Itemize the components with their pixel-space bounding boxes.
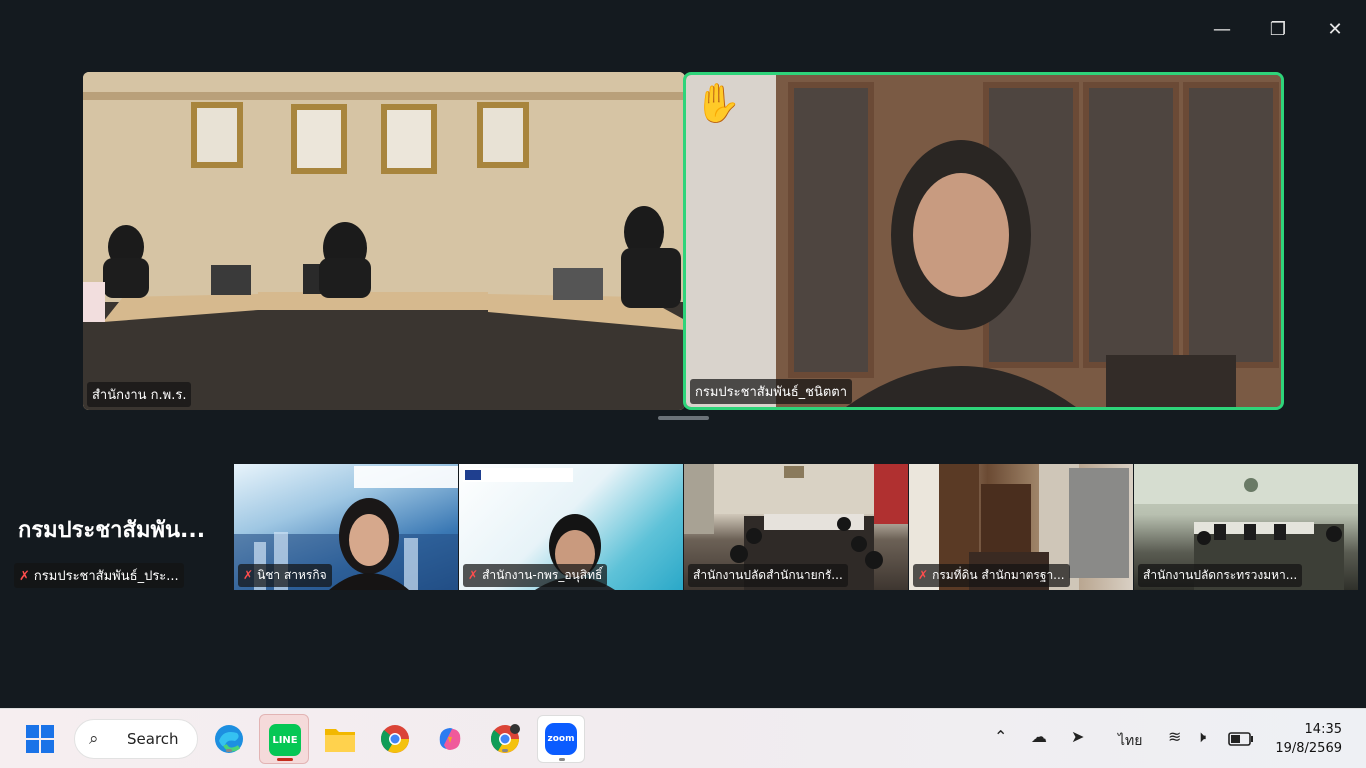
video-tile-active-speaker[interactable]: ✋ กรมประชาสัมพันธ์_ชนิตตา: [683, 72, 1284, 410]
line-app-button[interactable]: LINE: [259, 714, 309, 764]
onedrive-paused-icon[interactable]: ☁: [1031, 727, 1047, 746]
zoom-meeting-window: — ❐ ✕ สำนักงาน ก.พ.ร. ✋ กรมประชาสัมพันธ์…: [0, 0, 1366, 708]
muted-mic-icon: ✗: [243, 568, 254, 582]
meeting-room-video: [83, 72, 685, 410]
line-icon: LINE: [269, 724, 301, 756]
participant-thumbnail[interactable]: ✗ สำนักงาน-กพร_อนุสิทธิ์: [459, 464, 683, 590]
resize-handle[interactable]: [658, 416, 709, 420]
participant-name-tag: ✗ สำนักงาน-กพร_อนุสิทธิ์: [463, 564, 608, 587]
participant-name-tag: สำนักงาน ก.พ.ร.: [87, 382, 192, 407]
file-explorer-button[interactable]: [324, 723, 356, 755]
active-indicator: [277, 758, 293, 761]
battery-icon[interactable]: [1228, 731, 1254, 750]
participant-name: กรมประชาสัมพันธ์_ประ...: [33, 569, 179, 584]
copilot-icon: [439, 728, 461, 750]
participant-name: นิชา สาหรกิจ: [257, 568, 327, 582]
taskbar-clock[interactable]: 14:35 19/8/2569: [1275, 720, 1342, 758]
participant-name-tag: ✗ กรมที่ดิน สำนักมาตรฐา...: [913, 564, 1070, 587]
search-label: Search: [127, 730, 179, 748]
location-arrow-icon[interactable]: ➤: [1071, 727, 1084, 746]
battery-shape: [1228, 732, 1253, 746]
muted-mic-icon: ✗: [918, 568, 929, 582]
close-button[interactable]: ✕: [1320, 14, 1350, 44]
participant-name: สำนักงาน-กพร_อนุสิทธิ์: [482, 568, 603, 582]
participant-name-tag: กรมประชาสัมพันธ์_ชนิตตา: [690, 379, 853, 404]
input-language-indicator[interactable]: ไทย: [1118, 730, 1142, 752]
raised-hand-icon: ✋: [694, 81, 742, 125]
start-button[interactable]: [24, 723, 56, 755]
restore-button[interactable]: ❐: [1263, 14, 1293, 44]
chrome-icon: [380, 725, 409, 753]
taskbar: ⌕ Search LINE zoom ⌃ ☁ ➤ ไทย ≋ 🕨 14:35 1…: [0, 708, 1366, 768]
chrome-button[interactable]: [379, 723, 411, 755]
participant-thumbnail[interactable]: ✗ กรมที่ดิน สำนักมาตรฐา...: [909, 464, 1133, 590]
zoom-button[interactable]: zoom: [537, 715, 585, 763]
taskbar-search-box[interactable]: ⌕ Search: [74, 719, 198, 759]
participant-name-tag: ✗ นิชา สาหรกิจ: [238, 564, 332, 587]
clock-time: 14:35: [1304, 722, 1342, 737]
windows-logo-icon: [26, 725, 54, 753]
speaker-video: [686, 75, 1281, 407]
participant-display-name: กรมประชาสัมพัน...: [18, 518, 206, 543]
participant-name-tag: ✗ กรมประชาสัมพันธ์_ประ...: [14, 563, 184, 588]
search-icon: ⌕: [89, 729, 99, 749]
video-tile-opdc[interactable]: สำนักงาน ก.พ.ร.: [83, 72, 685, 410]
muted-mic-icon: ✗: [468, 568, 479, 582]
minimize-button[interactable]: —: [1207, 14, 1237, 44]
volume-muted-icon[interactable]: 🕨: [1196, 727, 1206, 747]
edge-browser-button[interactable]: [213, 723, 245, 755]
muted-mic-icon: ✗: [19, 569, 30, 584]
participant-thumbnail[interactable]: สำนักงานปลัดกระทรวงมหา...: [1134, 464, 1358, 590]
clock-date: 19/8/2569: [1275, 741, 1342, 756]
participant-tile-no-video[interactable]: กรมประชาสัมพัน... ✗ กรมประชาสัมพันธ์_ประ.…: [8, 464, 228, 590]
chrome-profile-button[interactable]: [489, 723, 521, 755]
participant-thumbnail[interactable]: ✗ นิชา สาหรกิจ: [234, 464, 458, 590]
zoom-icon: zoom: [545, 723, 577, 755]
copilot-button[interactable]: [434, 723, 466, 755]
participant-thumbnail[interactable]: สำนักงานปลัดสำนักนายกรั...: [684, 464, 908, 590]
participant-name-tag: สำนักงานปลัดกระทรวงมหา...: [1138, 564, 1303, 587]
running-indicator: [226, 749, 232, 752]
running-indicator: [559, 758, 565, 761]
wifi-icon[interactable]: ≋: [1168, 727, 1181, 746]
show-hidden-icons-chevron-up-icon[interactable]: ⌃: [994, 727, 1007, 746]
participant-name-tag: สำนักงานปลัดสำนักนายกรั...: [688, 564, 848, 587]
participant-name: กรมที่ดิน สำนักมาตรฐา...: [932, 568, 1065, 582]
folder-icon: [325, 729, 355, 752]
running-indicator: [502, 749, 508, 752]
